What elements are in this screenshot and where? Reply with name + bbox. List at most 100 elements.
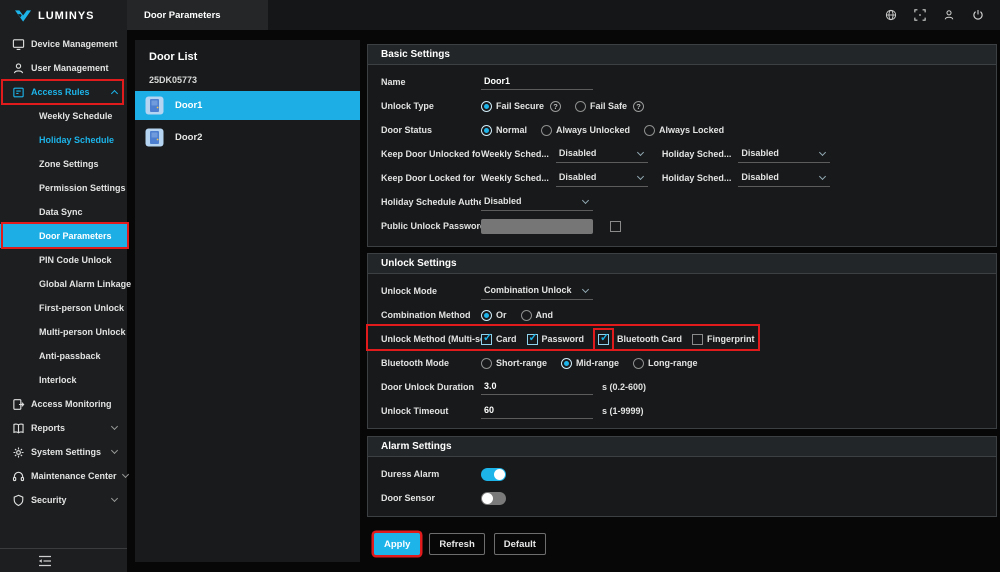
radio-long-range[interactable]: Long-range — [633, 358, 698, 369]
keep-unlocked-weekly-select[interactable]: Disabled — [556, 146, 648, 163]
duration-input[interactable] — [481, 379, 593, 395]
radio-icon — [575, 101, 586, 112]
duress-alarm-toggle[interactable] — [481, 468, 506, 481]
checkbox-icon — [527, 334, 538, 345]
radio-short-range[interactable]: Short-range — [481, 358, 547, 369]
checkbox-card[interactable]: Card — [481, 334, 517, 345]
user-icon[interactable] — [943, 9, 955, 21]
door-name: Door2 — [175, 132, 202, 143]
sidebar-item-multi-person-unlock[interactable]: Multi-person Unlock — [0, 320, 127, 344]
sidebar-item-label: Global Alarm Linkage — [39, 279, 131, 289]
sidebar-item-user-management[interactable]: User Management — [0, 56, 127, 80]
sidebar-item-weekly-schedule[interactable]: Weekly Schedule — [0, 104, 127, 128]
option-label: Password — [542, 334, 585, 344]
radio-normal[interactable]: Normal — [481, 125, 527, 136]
access-monitoring-icon — [12, 398, 25, 411]
sidebar-item-first-person-unlock[interactable]: First-person Unlock — [0, 296, 127, 320]
help-icon[interactable] — [633, 101, 644, 112]
sidebar-item-door-parameters[interactable]: Door Parameters — [0, 224, 127, 248]
door-list: Door1 Door2 — [135, 91, 360, 152]
option-label: Fingerprint — [707, 334, 755, 344]
refresh-button[interactable]: Refresh — [429, 533, 484, 555]
chevron-down-icon — [582, 196, 589, 203]
holiday-auth-select[interactable]: Disabled — [481, 194, 593, 211]
radio-or[interactable]: Or — [481, 310, 507, 321]
door-list-item-door1[interactable]: Door1 — [135, 91, 360, 120]
fullscreen-icon[interactable] — [914, 9, 926, 21]
radio-and[interactable]: And — [521, 310, 554, 321]
sidebar-item-permission-settings[interactable]: Permission Settings — [0, 176, 127, 200]
apply-button[interactable]: Apply — [374, 533, 420, 555]
sidebar-item-system-settings[interactable]: System Settings — [0, 440, 127, 464]
timeout-input[interactable] — [481, 403, 593, 419]
sidebar-item-label: Holiday Schedule — [39, 135, 114, 145]
radio-icon — [561, 358, 572, 369]
app-window: Door Parameters LUMINYS Device Managemen… — [0, 0, 1000, 572]
sidebar-item-access-rules[interactable]: Access Rules — [0, 80, 127, 104]
sidebar-item-label: Interlock — [39, 375, 77, 385]
radio-always-locked[interactable]: Always Locked — [644, 125, 724, 136]
reports-icon — [12, 422, 25, 435]
unlock-mode-select[interactable]: Combination Unlock — [481, 283, 593, 300]
tab-door-parameters[interactable]: Door Parameters — [127, 0, 268, 30]
keep-locked-weekly-select[interactable]: Disabled — [556, 170, 648, 187]
power-icon[interactable] — [972, 9, 984, 21]
sidebar-item-anti-passback[interactable]: Anti-passback — [0, 344, 127, 368]
default-button[interactable]: Default — [494, 533, 546, 555]
chevron-down-icon — [819, 148, 826, 155]
weekly-schedule-label: Weekly Sched... — [481, 149, 549, 159]
public-password-checkbox[interactable] — [610, 221, 621, 232]
sidebar-item-data-sync[interactable]: Data Sync — [0, 200, 127, 224]
sidebar-item-device-management[interactable]: Device Management — [0, 32, 127, 56]
top-header: Door Parameters — [127, 0, 1000, 30]
radio-icon — [521, 310, 532, 321]
sidebar-item-security[interactable]: Security — [0, 488, 127, 512]
radio-icon — [644, 125, 655, 136]
checkbox-bluetooth-card[interactable]: Bluetooth Card — [594, 332, 682, 347]
keep-locked-holiday-select[interactable]: Disabled — [738, 170, 830, 187]
annotation-highlight-bluetooth-checkbox — [593, 328, 614, 351]
chevron-down-icon — [121, 471, 128, 478]
sidebar-item-global-alarm-linkage[interactable]: Global Alarm Linkage — [0, 272, 127, 296]
radio-always-unlocked[interactable]: Always Unlocked — [541, 125, 630, 136]
globe-icon[interactable] — [885, 9, 897, 21]
collapse-sidebar-icon[interactable] — [38, 555, 52, 567]
holiday-schedule-label: Holiday Sched... — [662, 173, 732, 183]
security-shield-icon — [12, 494, 25, 507]
help-icon[interactable] — [550, 101, 561, 112]
radio-mid-range[interactable]: Mid-range — [561, 358, 619, 369]
option-label: Mid-range — [576, 358, 619, 368]
checkbox-password[interactable]: Password — [527, 334, 585, 345]
duress-alarm-row: Duress Alarm — [368, 462, 996, 486]
sidebar-item-maintenance-center[interactable]: Maintenance Center — [0, 464, 127, 488]
sidebar-item-holiday-schedule[interactable]: Holiday Schedule — [0, 128, 127, 152]
sidebar-item-access-monitoring[interactable]: Access Monitoring — [0, 392, 127, 416]
radio-fail-safe[interactable]: Fail Safe — [575, 101, 644, 112]
keep-door-locked-row: Keep Door Locked for Weekly Sched... Dis… — [368, 166, 996, 190]
sidebar-item-zone-settings[interactable]: Zone Settings — [0, 152, 127, 176]
radio-fail-secure[interactable]: Fail Secure — [481, 101, 561, 112]
sidebar-item-pin-code-unlock[interactable]: PIN Code Unlock — [0, 248, 127, 272]
sidebar-item-label: User Management — [31, 63, 109, 73]
chevron-down-icon — [111, 447, 118, 454]
sidebar-item-label: Permission Settings — [39, 183, 126, 193]
device-id[interactable]: 25DK05773 — [135, 75, 360, 85]
sidebar-item-reports[interactable]: Reports — [0, 416, 127, 440]
system-settings-icon — [12, 446, 25, 459]
alarm-settings-section: Alarm Settings Duress Alarm Door Sensor — [367, 436, 997, 517]
name-input[interactable] — [481, 74, 593, 90]
chevron-down-icon — [111, 495, 118, 502]
checkbox-fingerprint[interactable]: Fingerprint — [692, 334, 755, 345]
field-label: Public Unlock Password — [381, 221, 481, 231]
field-label: Unlock Method (Multi-sel... — [381, 334, 481, 344]
field-label: Door Sensor — [381, 493, 481, 503]
keep-unlocked-holiday-select[interactable]: Disabled — [738, 146, 830, 163]
sidebar: LUMINYS Device Management User Managemen… — [0, 0, 127, 572]
door-sensor-toggle[interactable] — [481, 492, 506, 505]
option-label: Always Locked — [659, 125, 724, 135]
sidebar-item-label: Access Monitoring — [31, 399, 112, 409]
sidebar-item-interlock[interactable]: Interlock — [0, 368, 127, 392]
door-list-item-door2[interactable]: Door2 — [135, 123, 360, 152]
door-name: Door1 — [175, 100, 202, 111]
field-label: Door Unlock Duration — [381, 382, 481, 392]
